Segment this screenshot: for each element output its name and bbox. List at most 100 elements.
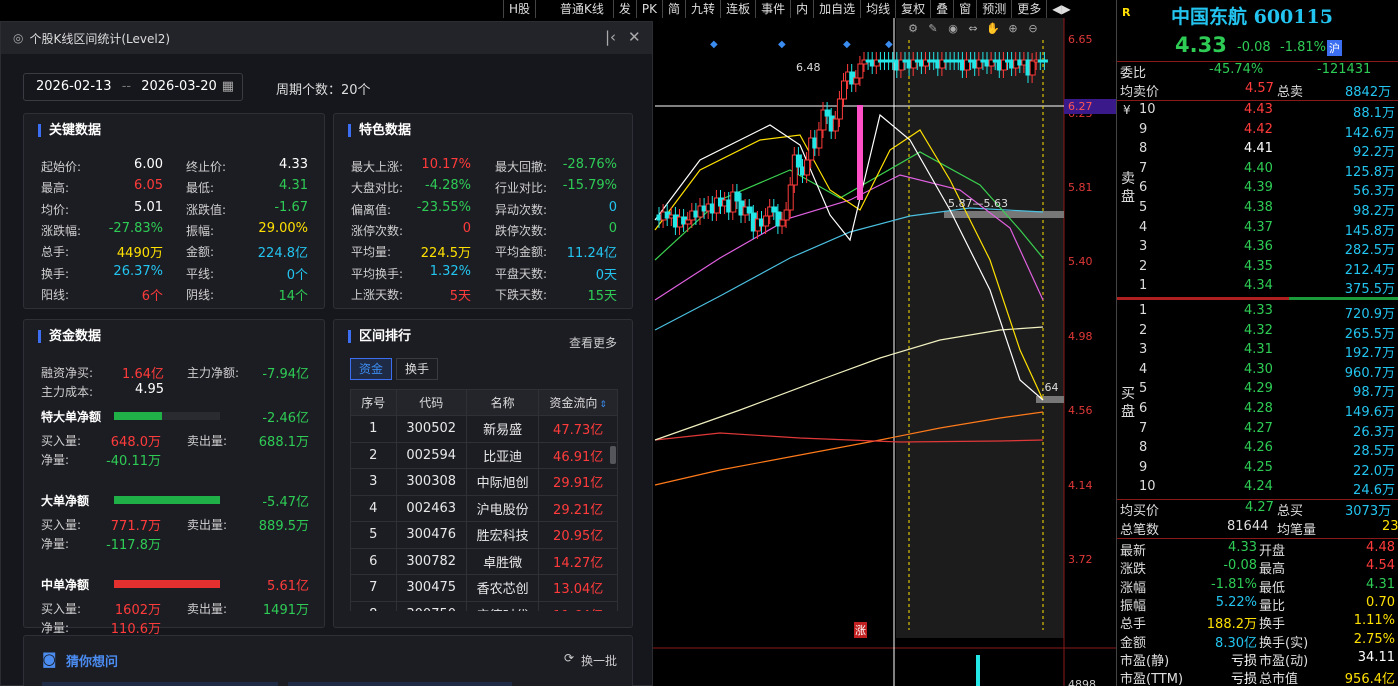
order-book-row[interactable]: 6 4.39 56.3万 [1117,179,1398,199]
toolbar-item[interactable]: 叠 [930,0,953,18]
candle[interactable] [1041,59,1048,63]
refresh-link[interactable]: 换一批 [581,652,617,669]
event-marker[interactable]: ◆ [778,39,786,50]
toolbar-item[interactable]: PK [635,0,662,18]
toolbar-item[interactable]: 简 [662,0,685,18]
order-book-row[interactable]: 2 4.35 212.4万 [1117,258,1398,278]
view-more-link[interactable]: 查看更多 [569,334,617,351]
calendar-icon[interactable]: ▦ [222,74,234,100]
table-header[interactable]: 代码 [395,389,467,416]
toolbar-item[interactable]: 事件 [755,0,790,18]
toolbar-item[interactable]: 窗 [953,0,976,18]
event-marker[interactable]: ◆ [710,39,718,50]
toolbar-item[interactable]: 复权 [895,0,930,18]
settings-icon[interactable]: ⚙ [905,22,921,36]
order-book-row[interactable]: 2 4.32 265.5万 [1117,322,1398,342]
table-header[interactable]: 序号 [350,389,397,416]
draw-icon[interactable]: ✎ [925,22,941,36]
table-row[interactable]: 5 300476 胜宏科技 20.95亿 [350,521,618,549]
eye-icon[interactable]: ◉ [945,22,961,36]
event-marker[interactable]: ◆ [843,39,851,50]
candle[interactable] [746,206,753,214]
candle[interactable] [771,206,778,213]
tab-fund[interactable]: 资金 [350,358,393,380]
table-row[interactable]: 2 002594 比亚迪 46.91亿 [350,441,618,469]
order-book-row[interactable]: 10 4.43 88.1万 [1117,101,1398,121]
close-chart-icon[interactable]: ⊖ [1025,22,1041,36]
guess-card: ◙ 猜你想问 ⟳ 换一批 [23,635,633,686]
move-icon[interactable]: ⇔ [965,22,981,36]
order-book-row[interactable]: 1 4.34 375.5万 [1117,277,1398,297]
order-book-row[interactable]: 10 4.24 24.6万 [1117,478,1398,498]
guess-chip-2[interactable] [288,682,512,686]
bid-ask-balance-bar [1117,297,1398,300]
level: 3 [1139,342,1148,358]
toolbar-item[interactable]: 普通K线 [535,0,613,18]
limit-up-candle[interactable] [857,105,863,200]
close-icon[interactable]: ✕ [628,28,641,46]
order-book-row[interactable]: 3 4.31 192.7万 [1117,341,1398,361]
candle[interactable] [787,184,794,211]
candle[interactable] [783,209,790,221]
candle[interactable] [832,118,839,132]
order-book-row[interactable]: 8 4.41 92.2万 [1117,140,1398,160]
refresh-icon[interactable]: ⟳ [564,651,574,665]
candle[interactable] [816,129,823,149]
candle[interactable] [804,159,811,176]
order-book-row[interactable]: 4 4.30 960.7万 [1117,361,1398,381]
candle[interactable] [853,77,860,85]
order-book-row[interactable]: 4 4.37 145.8万 [1117,219,1398,239]
toolbar-item[interactable]: 预测 [976,0,1011,18]
table-header[interactable]: 名称 [465,389,540,416]
order-book-row[interactable]: 7 4.40 125.8万 [1117,160,1398,180]
hand-icon[interactable]: ✋ [985,22,1001,36]
candle[interactable] [824,109,831,117]
table-row[interactable]: 7 300475 香农芯创 13.04亿 [350,574,618,602]
order-book-row[interactable]: 1 4.33 720.9万 [1117,302,1398,322]
table-row[interactable]: 1 300502 新易盛 47.73亿 [350,415,618,443]
stat-value: -27.83% [108,220,163,236]
table-header[interactable]: 资金流向 ⇕ [538,389,618,416]
candle[interactable] [841,80,847,100]
candle[interactable] [1029,60,1036,76]
candle[interactable] [685,219,692,225]
collapse-icon[interactable]: |‹ [605,28,616,46]
order-book-row[interactable]: 9 4.25 22.0万 [1117,459,1398,479]
sort-icon[interactable]: ⇕ [599,400,607,410]
toolbar-item[interactable]: 发 [612,0,636,18]
order-book-row[interactable]: 5 4.38 98.2万 [1117,199,1398,219]
order-book-row[interactable]: 9 4.42 142.6万 [1117,121,1398,141]
toolbar-item[interactable]: 连板 [720,0,755,18]
event-marker[interactable]: ◆ [885,39,893,50]
table-row[interactable]: 4 002463 沪电股份 29.21亿 [350,494,618,522]
candle[interactable] [734,191,741,202]
toolbar-more-icon[interactable]: ◀▶ [1046,0,1075,18]
guess-chip-1[interactable] [42,682,278,686]
zoom-in-icon[interactable]: ⊕ [1005,22,1021,36]
order-book-row[interactable]: 6 4.28 149.6万 [1117,400,1398,420]
candle[interactable] [836,98,843,120]
candle[interactable] [795,154,802,168]
date-range-picker[interactable]: 2026-02-13 -- 2026-03-20 ▦ [23,73,243,101]
tab-turnover[interactable]: 换手 [396,358,439,380]
toolbar-item[interactable]: 九转 [685,0,720,18]
toolbar-item[interactable]: 均线 [860,0,895,18]
toolbar-item[interactable]: H股 [503,0,535,18]
table-row[interactable]: 6 300782 卓胜微 14.27亿 [350,547,618,575]
toolbar-item[interactable]: 更多 [1011,0,1046,18]
candle[interactable] [779,219,786,227]
table-row[interactable]: 3 300308 中际旭创 29.91亿 [350,468,618,496]
toolbar-item[interactable]: 加自选 [813,0,860,18]
order-volume: 192.7万 [1344,346,1395,362]
candle[interactable] [857,63,864,79]
table-cell: 新易盛 [465,415,540,443]
sell-volume: 688.1万 [258,435,309,450]
toolbar-item[interactable]: 内 [790,0,813,18]
order-book-row[interactable]: 3 4.36 282.5万 [1117,238,1398,258]
table-row[interactable]: 8300750宁德时代11.64亿 [350,600,618,611]
order-book-row[interactable]: 5 4.29 98.7万 [1117,380,1398,400]
net-flow-bar [114,412,162,420]
candle[interactable] [763,215,770,227]
order-book-row[interactable]: 8 4.26 28.5万 [1117,439,1398,459]
order-book-row[interactable]: 7 4.27 26.3万 [1117,420,1398,440]
